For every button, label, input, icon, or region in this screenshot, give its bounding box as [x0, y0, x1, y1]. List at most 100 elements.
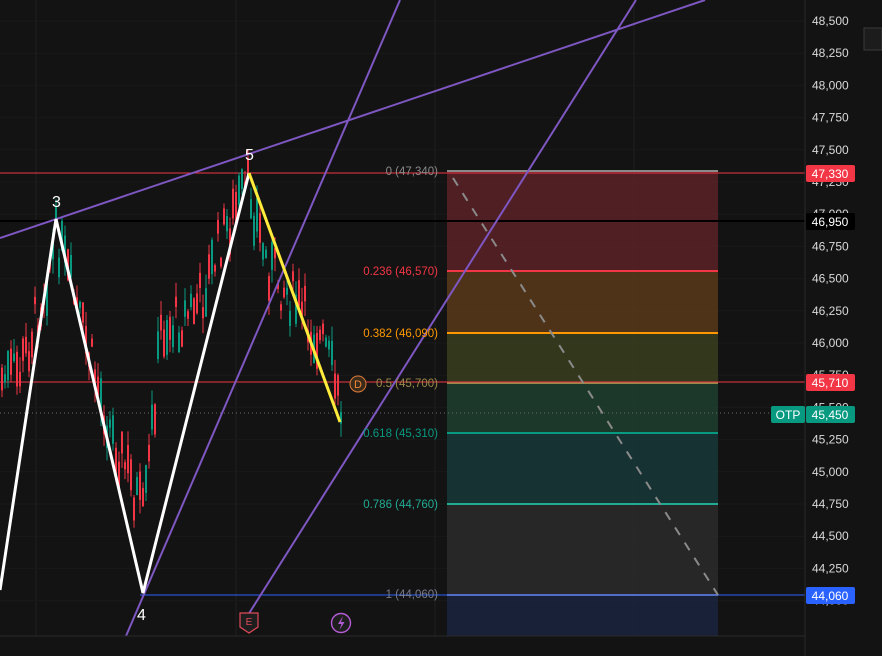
candle-body [175, 296, 177, 307]
candle-body [133, 497, 135, 521]
candle-body [250, 199, 252, 219]
fib-label-1: 1 (44,060) [386, 589, 439, 601]
candle-body [328, 340, 330, 350]
candle-body [256, 198, 258, 232]
candle-body [298, 280, 300, 307]
price-tick-label: 46,750 [812, 239, 849, 253]
price-badge-black-line[interactable]: 46,950 [806, 213, 855, 230]
candle-body [70, 254, 72, 278]
price-tick-label: 44,750 [812, 497, 849, 511]
candle-body [142, 488, 144, 507]
price-badge-last-price[interactable]: 45,450 [806, 406, 855, 423]
fib-label-0382: 0.382 (46,090) [363, 328, 438, 340]
price-badge-red-line[interactable]: 45,710 [806, 374, 855, 391]
price-tick-label: 48,250 [812, 46, 849, 60]
price-tick-label: 45,250 [812, 433, 849, 447]
candle-body [28, 351, 30, 372]
fib-zone-band [447, 504, 718, 595]
candle-body [193, 298, 195, 325]
price-badge-fib-top[interactable]: 47,330 [806, 165, 855, 182]
candle-body [1, 367, 3, 391]
candle-body [190, 293, 192, 308]
wave-label-4: 4 [137, 607, 146, 624]
candle-body [226, 215, 228, 232]
fib-zone-band [447, 271, 718, 333]
price-tick-label: 47,750 [812, 111, 849, 125]
candle-body [217, 219, 219, 234]
candle-body [79, 301, 81, 308]
candle-body [19, 371, 21, 387]
candle-body [22, 338, 24, 361]
candle-body [262, 243, 264, 260]
fib-label-0618: 0.618 (45,310) [363, 428, 438, 440]
candle-body [82, 302, 84, 323]
candle-body [319, 329, 321, 341]
candle-body [34, 296, 36, 305]
candle-body [292, 271, 294, 282]
wave-label-5: 5 [245, 147, 254, 164]
candle-body [166, 320, 168, 355]
candle-body [205, 288, 207, 317]
candle-body [220, 257, 222, 267]
candle-body [181, 330, 183, 347]
candle-body [172, 325, 174, 348]
price-badge-fib-bottom[interactable]: 44,060 [806, 587, 855, 604]
price-tick-label: 46,250 [812, 304, 849, 318]
candle-body [334, 373, 336, 399]
candle-body [211, 239, 213, 275]
candle-body [202, 307, 204, 319]
candle-body [187, 311, 189, 319]
svg-text:45,710: 45,710 [812, 376, 849, 390]
lightning-icon[interactable] [330, 612, 352, 634]
candle-body [136, 476, 138, 496]
chart-workspace[interactable]: 3 5 4 0 (47,340) 0.236 (46,570) 0.382 (4… [0, 0, 882, 656]
candle-body [127, 445, 129, 474]
price-tick-label: 46,000 [812, 336, 849, 350]
candle-body [184, 300, 186, 317]
candle-body [160, 314, 162, 331]
candle-body [10, 348, 12, 375]
candle-body [286, 287, 288, 295]
candle-body [265, 249, 267, 259]
price-tick-label: 46,500 [812, 272, 849, 286]
candle-body [238, 175, 240, 205]
candle-body [25, 336, 27, 354]
price-tick-label: 44,250 [812, 561, 849, 575]
candle-body [178, 332, 180, 352]
candle-body [289, 310, 291, 327]
candle-body [271, 242, 273, 270]
candle-body [208, 254, 210, 279]
symbol-badge[interactable]: OTP [771, 406, 805, 423]
candle-body [283, 287, 285, 298]
time-axis[interactable] [0, 636, 882, 656]
candle-body [91, 338, 93, 347]
fib-zone-band [447, 595, 718, 636]
candle-body [31, 331, 33, 358]
candle-body [145, 465, 147, 493]
candle-body [151, 404, 153, 430]
candle-body [304, 285, 306, 302]
candle-body [325, 337, 327, 347]
candle-body [112, 415, 114, 444]
svg-text:47,330: 47,330 [812, 167, 849, 181]
svg-text:46,950: 46,950 [812, 215, 849, 229]
fib-retracement-zones[interactable] [447, 170, 718, 636]
side-toolbar-button[interactable] [863, 27, 882, 51]
candle-body [58, 257, 60, 278]
svg-text:44,060: 44,060 [812, 589, 849, 603]
fib-zone-band [447, 433, 718, 504]
candle-body [337, 375, 339, 396]
chart-background [0, 0, 882, 656]
candle-body [169, 316, 171, 340]
price-chart[interactable]: 3 5 4 0 (47,340) 0.236 (46,570) 0.382 (4… [0, 0, 882, 656]
candle-body [154, 404, 156, 435]
candle-body [280, 304, 282, 311]
candle-body [253, 215, 255, 246]
candle-body [223, 208, 225, 225]
price-axis[interactable] [805, 0, 882, 656]
dividend-letter: D [354, 379, 362, 391]
svg-text:45,450: 45,450 [812, 408, 849, 422]
candle-body [13, 353, 15, 362]
dividend-marker[interactable]: D [349, 375, 367, 393]
candle-body [148, 444, 150, 462]
